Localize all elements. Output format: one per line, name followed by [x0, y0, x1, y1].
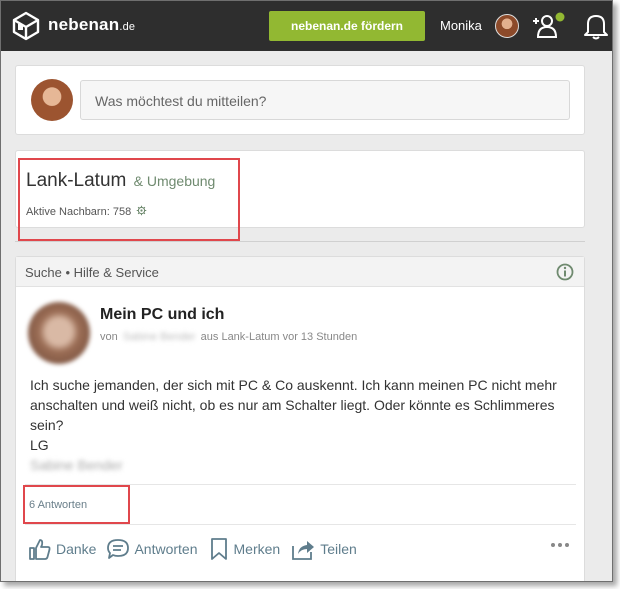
meta-location-time: aus Lank-Latum vor 13 Stunden	[200, 331, 358, 343]
post-separator	[25, 524, 576, 525]
share-icon	[292, 541, 315, 560]
post-signature: Sabine Bender	[30, 457, 123, 473]
post-actions: Danke Antworten Merken Teilen	[28, 535, 367, 563]
user-name[interactable]: Monika	[440, 18, 482, 33]
user-avatar[interactable]	[495, 14, 519, 38]
more-icon[interactable]	[550, 542, 570, 548]
section-divider	[15, 241, 585, 242]
thanks-label: Danke	[56, 541, 97, 557]
author-avatar[interactable]	[28, 302, 90, 364]
post-text: Ich suche jemanden, der sich mit PC & Co…	[30, 377, 557, 433]
bookmark-icon	[210, 538, 227, 560]
info-icon[interactable]	[556, 263, 574, 281]
post-composer: Was möchtest du mitteilen?	[15, 65, 585, 135]
post-category[interactable]: Suche • Hilfe & Service	[25, 265, 159, 280]
bell-icon[interactable]	[583, 12, 609, 40]
share-label: Teilen	[320, 541, 357, 557]
post-body: Ich suche jemanden, der sich mit PC & Co…	[30, 375, 560, 475]
reply-button[interactable]: Antworten	[106, 537, 198, 561]
meta-von: von	[100, 331, 118, 343]
post-card: Suche • Hilfe & Service Mein PC und ich …	[15, 256, 585, 581]
logo-name: nebenan	[48, 15, 120, 34]
thanks-button[interactable]: Danke	[28, 537, 96, 561]
post-title[interactable]: Mein PC und ich	[100, 306, 224, 324]
top-navigation-bar: nebenan.de nebenan.de fördern Monika	[1, 1, 612, 51]
highlight-answers	[23, 485, 130, 524]
post-greeting: LG	[30, 437, 49, 453]
promote-button[interactable]: nebenan.de fördern	[269, 11, 425, 41]
thumbs-up-icon	[29, 539, 51, 560]
composer-avatar	[31, 79, 73, 121]
logo-tld: .de	[119, 21, 136, 33]
post-composer-input[interactable]: Was möchtest du mitteilen?	[80, 80, 570, 120]
bookmark-button[interactable]: Merken	[208, 537, 281, 561]
post-header: Suche • Hilfe & Service	[16, 257, 584, 287]
author-name[interactable]: Sabine Bender	[123, 331, 196, 343]
share-button[interactable]: Teilen	[290, 537, 357, 561]
neighbors-add-icon[interactable]	[533, 12, 565, 40]
logo-wordmark[interactable]: nebenan.de	[48, 15, 135, 35]
reply-label: Antworten	[134, 541, 198, 557]
bookmark-label: Merken	[233, 541, 281, 557]
app-window: nebenan.de nebenan.de fördern Monika Was…	[0, 0, 613, 582]
chat-icon	[107, 539, 130, 559]
logo-icon[interactable]	[10, 10, 42, 42]
highlight-neighborhood	[18, 158, 240, 241]
post-meta: von Sabine Bender aus Lank-Latum vor 13 …	[100, 331, 357, 343]
